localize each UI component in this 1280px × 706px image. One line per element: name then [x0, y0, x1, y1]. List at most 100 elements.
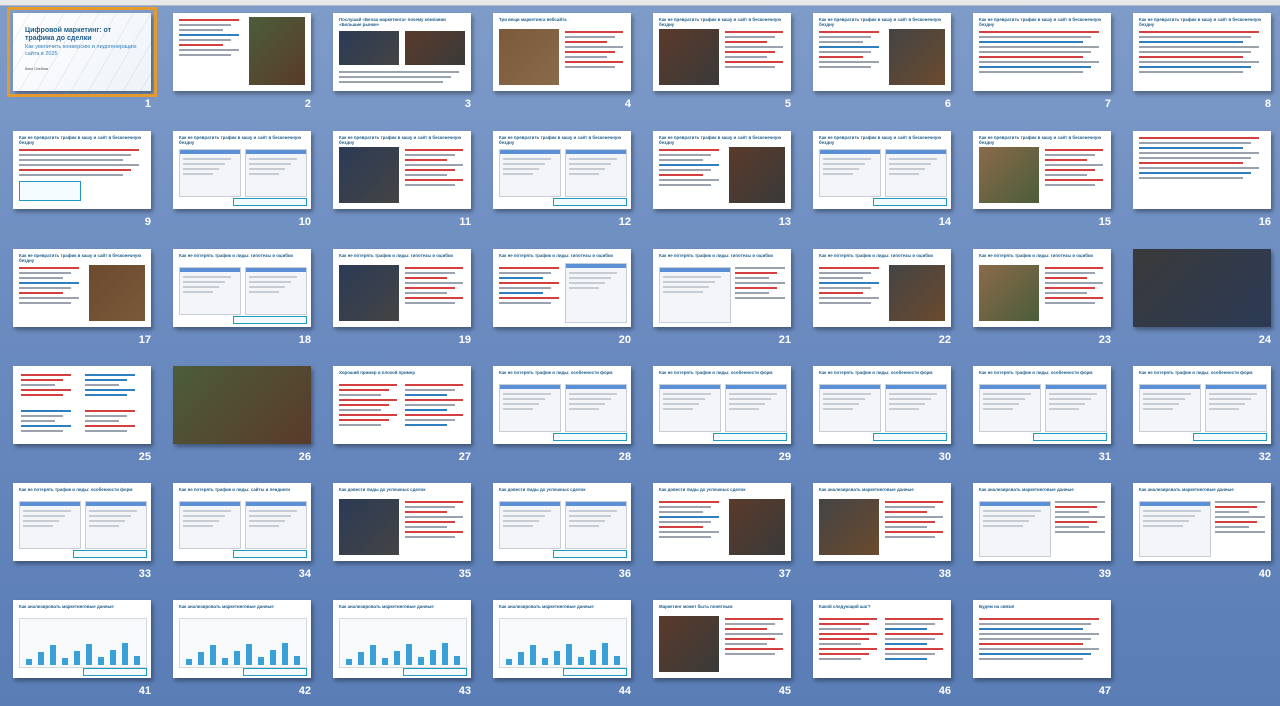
- slide-thumbnail[interactable]: Как не потерять трафик и лиды: сайты и л…: [173, 483, 311, 561]
- slide-number: 7: [1104, 98, 1111, 110]
- text-line: [405, 149, 463, 151]
- text-line: [179, 39, 231, 41]
- text-line: [405, 394, 447, 396]
- text-line: [339, 414, 397, 416]
- text-line: [979, 618, 1099, 620]
- slide-thumbnail[interactable]: Как не потерять трафик и лиды: особеннос…: [13, 483, 151, 561]
- text-line: [819, 66, 871, 68]
- text-line: [1055, 526, 1089, 528]
- slide-screenshot: [565, 501, 627, 549]
- text-line: [85, 389, 135, 391]
- slide-screenshot: [179, 149, 241, 197]
- text-line: [405, 424, 447, 426]
- slide-thumbnail[interactable]: Как не потерять трафик и лиды: гипотезы …: [173, 249, 311, 327]
- text-line: [979, 648, 1099, 650]
- slide-number: 30: [938, 451, 951, 463]
- text-line: [21, 389, 71, 391]
- slide-thumbnail[interactable]: Как не потерять трафик и лиды: гипотезы …: [813, 249, 951, 327]
- text-line: [819, 628, 861, 630]
- slide-thumbnail[interactable]: [173, 13, 311, 91]
- slide-chart: [179, 618, 307, 668]
- slide-thumbnail[interactable]: Как анализировать маркетинговые данные: [1133, 483, 1271, 561]
- slide-thumbnail[interactable]: Как анализировать маркетинговые данные: [333, 600, 471, 678]
- text-line: [1055, 521, 1097, 523]
- text-line: [659, 501, 719, 503]
- slide-title: Как не потерять трафик и лиды: гипотезы …: [339, 253, 453, 258]
- slide-title: Как анализировать маркетинговые данные: [19, 604, 114, 609]
- slide-thumbnail[interactable]: Как анализировать маркетинговые данные: [493, 600, 631, 678]
- slide-thumbnail[interactable]: [1133, 131, 1271, 209]
- text-line: [499, 277, 543, 279]
- text-line: [735, 287, 777, 289]
- text-line: [735, 267, 785, 269]
- slide-thumbnail[interactable]: Как анализировать маркетинговые данные: [813, 483, 951, 561]
- text-line: [819, 56, 863, 58]
- slide-thumbnail[interactable]: Как не потерять трафик и лиды: особеннос…: [973, 366, 1111, 444]
- slide-thumbnail[interactable]: Послушай «Белаа маркетинга» почему компа…: [333, 13, 471, 91]
- text-line: [339, 384, 397, 386]
- text-line: [659, 536, 711, 538]
- slide-thumbnail[interactable]: [13, 366, 151, 444]
- slide-thumbnail[interactable]: Как не потерять трафик и лиды: гипотезы …: [493, 249, 631, 327]
- text-line: [885, 506, 935, 508]
- text-line: [405, 536, 455, 538]
- slide-thumbnail[interactable]: Как не превратить трафик в кашу и сайт в…: [653, 13, 791, 91]
- slide-thumbnail[interactable]: Как не превратить трафик в кашу и сайт в…: [813, 13, 951, 91]
- text-line: [979, 623, 1091, 625]
- slide-thumbnail[interactable]: Как анализировать маркетинговые данные: [973, 483, 1111, 561]
- slide-thumbnail[interactable]: Плохие люди работают: [173, 366, 311, 444]
- slide-thumbnail[interactable]: Как не превратить трафик в кашу и сайт в…: [173, 131, 311, 209]
- slide-thumbnail[interactable]: Как не потерять трафик и лиды: особеннос…: [1133, 366, 1271, 444]
- slide-thumbnail[interactable]: Какой следующий шаг?: [813, 600, 951, 678]
- slide-thumbnail[interactable]: Как не превратить трафик в кашу и сайт в…: [1133, 13, 1271, 91]
- slide-callout: [1193, 433, 1267, 441]
- text-line: [885, 501, 943, 503]
- slide-thumbnail[interactable]: Как не превратить трафик в кашу и сайт в…: [973, 131, 1111, 209]
- slide-thumbnail[interactable]: Как довести лиды до успешных сделок: [653, 483, 791, 561]
- slide-photo: [659, 616, 719, 672]
- slide-thumbnail[interactable]: Цифровой маркетинг: от трафика до сделки…: [7, 7, 157, 97]
- slide-thumbnail[interactable]: Как не потерять трафик и лиды: особеннос…: [653, 366, 791, 444]
- slide-thumbnail[interactable]: Как не потерять трафик и лиды: гипотезы …: [333, 249, 471, 327]
- text-line: [725, 623, 775, 625]
- slide-thumbnail[interactable]: Как не превратить трафик в кашу и сайт в…: [973, 13, 1111, 91]
- slide-thumbnail[interactable]: Как не превратить трафик в кашу и сайт в…: [653, 131, 791, 209]
- slide-thumbnail[interactable]: Как довести лиды до успешных сделок: [333, 483, 471, 561]
- slide-thumbnail[interactable]: Как не потерять трафик и лиды: особеннос…: [493, 366, 631, 444]
- slide-thumbnail[interactable]: Как не превратить трафик в кашу и сайт в…: [493, 131, 631, 209]
- slide-number: 40: [1258, 568, 1271, 580]
- slide-thumbnail[interactable]: Хороший пример и плохой пример: [333, 366, 471, 444]
- slide-number: 33: [138, 568, 151, 580]
- slide-number: 24: [1258, 334, 1271, 346]
- text-line: [1215, 516, 1265, 518]
- text-line: [21, 425, 71, 427]
- slide-thumbnail[interactable]: Три вещи маркетинга вебсайта: [493, 13, 631, 91]
- slide-thumbnail[interactable]: Как не потерять трафик и лиды: особеннос…: [813, 366, 951, 444]
- text-line: [979, 638, 1091, 640]
- slide-number: 47: [1098, 685, 1111, 697]
- slide-thumbnail[interactable]: Как анализировать маркетинговые данные: [173, 600, 311, 678]
- slide-title: Как не потерять трафик и лиды: особеннос…: [979, 370, 1093, 375]
- slide-thumbnail[interactable]: Как не потерять трафик и лиды: гипотезы …: [1133, 249, 1271, 327]
- slide-thumbnail[interactable]: Как довести лиды до успешных сделок: [493, 483, 631, 561]
- text-line: [565, 61, 623, 63]
- slide-callout: [19, 181, 81, 201]
- slide-author: Ваня Олейник: [25, 67, 49, 71]
- slide-screenshot: [179, 501, 241, 549]
- slide-screenshot: [979, 384, 1041, 432]
- slide-thumbnail[interactable]: Как не потерять трафик и лиды: гипотезы …: [653, 249, 791, 327]
- slide-thumbnail[interactable]: Будем на связи!: [973, 600, 1111, 678]
- slide-thumbnail[interactable]: Как анализировать маркетинговые данные: [13, 600, 151, 678]
- text-line: [819, 46, 879, 48]
- slide-thumbnail[interactable]: Как не превратить трафик в кашу и сайт в…: [13, 131, 151, 209]
- text-line: [979, 653, 1091, 655]
- slide-thumbnail[interactable]: Как не превратить трафик в кашу и сайт в…: [813, 131, 951, 209]
- slide-thumbnail[interactable]: Как не превратить трафик в кашу и сайт в…: [13, 249, 151, 327]
- slide-thumbnail[interactable]: Как не превратить трафик в кашу и сайт в…: [333, 131, 471, 209]
- text-line: [819, 287, 871, 289]
- text-line: [85, 420, 119, 422]
- text-line: [405, 277, 447, 279]
- slide-photo: [659, 29, 719, 85]
- slide-thumbnail[interactable]: Маркетинг может быть понятным: [653, 600, 791, 678]
- slide-thumbnail[interactable]: Как не потерять трафик и лиды: гипотезы …: [973, 249, 1111, 327]
